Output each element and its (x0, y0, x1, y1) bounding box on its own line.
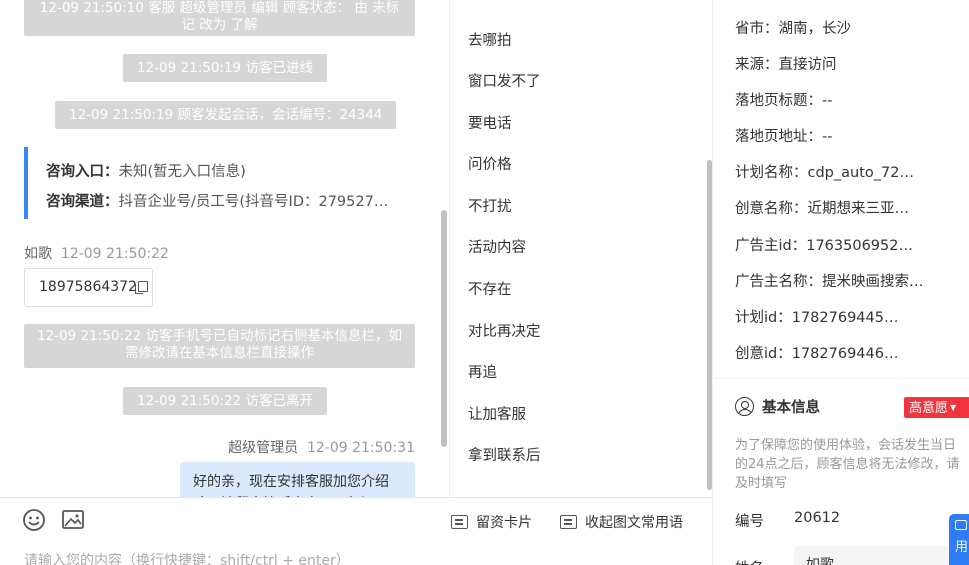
quick-reply-panel: · 去哪拍 窗口发不了 要电话 问价格 不打扰 活动内容 不存在 对比再决定 再… (449, 0, 712, 497)
quick-reply-item[interactable]: 对比再决定 (468, 320, 541, 341)
collapse-phrases-button[interactable]: 收起图文常用语 (560, 512, 683, 532)
visitor-name: 如歌 (24, 246, 52, 262)
quick-reply-item[interactable]: 让加客服 (468, 403, 526, 424)
quick-reply-item[interactable]: 问价格 (468, 153, 512, 174)
agent-message-meta: 超级管理员 12-09 21:50:31 (228, 437, 415, 457)
number-label: 编号 (735, 514, 764, 530)
floating-chat-button[interactable]: 用 (949, 514, 969, 565)
lead-card-button[interactable]: 留资卡片 (451, 512, 532, 532)
quick-reply-item[interactable]: 不存在 (468, 278, 512, 299)
visitor-phone-message: 18975864372 (24, 268, 153, 307)
system-message-session-start: 12-09 21:50:19 顾客发起会话，会话编号：24344 (55, 101, 397, 129)
consult-entry: 咨询入口：未知(暂无入口信息) (46, 164, 246, 180)
quick-reply-item[interactable]: 不打扰 (468, 195, 512, 216)
quick-reply-item[interactable]: 再追 (468, 361, 497, 382)
agent-name: 超级管理员 (228, 440, 299, 456)
intent-level-dropdown[interactable]: 高意愿 ▼ (904, 397, 969, 418)
info-creative-name: 创意名称：近期想来三亚拍照的姐妹们 (735, 201, 920, 217)
name-field[interactable]: 如歌 (794, 546, 969, 565)
basic-info-title: 基本信息 (735, 396, 820, 417)
caret-down-icon: ▼ (950, 403, 957, 412)
input-toolbar: 留资卡片 收起图文常用语 请输入您的内容（换行快捷键：shift/ctrl + … (0, 497, 712, 565)
message-input[interactable]: 请输入您的内容（换行快捷键：shift/ctrl + enter） (24, 550, 350, 565)
consult-entry-card: 咨询入口：未知(暂无入口信息) 咨询渠道：抖音企业号/员工号(抖音号ID：279… (24, 147, 415, 219)
chat-icon (955, 520, 967, 530)
info-region: 省市：湖南，长沙 (735, 21, 851, 37)
number-value: 20612 (794, 510, 841, 526)
chat-scrollbar[interactable] (441, 210, 447, 447)
visitor-info-panel: 省市：湖南，长沙 来源：直接访问 落地页标题：-- 落地页地址：-- 计划名称：… (712, 0, 969, 565)
quick-reply-item-partial[interactable]: · (468, 0, 473, 4)
info-plan-id: 计划id：1782769445790000 (735, 310, 907, 326)
lead-card-label: 留资卡片 (476, 515, 532, 531)
floating-button-label: 用 (955, 540, 969, 555)
image-icon[interactable] (61, 508, 85, 532)
quick-reply-item[interactable]: 窗口发不了 (468, 70, 541, 91)
agent-reply-message: 好的亲，现在安排客服加您介绍哈，请留意接听来电，下午还… (180, 462, 415, 497)
quick-reply-item[interactable]: 去哪拍 (468, 29, 512, 50)
basic-info-label: 基本信息 (762, 400, 820, 416)
user-icon (735, 397, 754, 416)
info-creative-id: 创意id：1782769446720000 (735, 346, 907, 362)
collapse-phrases-label: 收起图文常用语 (585, 515, 683, 531)
name-label: 姓名 (735, 557, 764, 565)
info-plan-name: 计划名称：cdp_auto_7290000000 (735, 165, 920, 181)
info-source: 来源：直接访问 (735, 57, 837, 73)
phone-text: 18975864372 (39, 279, 137, 295)
system-message-status-change: 12-09 21:50:10 客服 超级管理员 编辑 顾客状态： 由 未标记 改… (24, 0, 415, 36)
copy-icon[interactable] (134, 281, 148, 294)
info-advertiser-id: 广告主id：1763506952930000 (735, 238, 920, 254)
info-landing-title: 落地页标题：-- (735, 93, 833, 109)
system-message-visitor-left: 12-09 21:50:22 访客已离开 (123, 387, 327, 415)
message-icon (560, 515, 577, 529)
chat-panel: 12-09 21:50:10 客服 超级管理员 编辑 顾客状态： 由 未标记 改… (0, 0, 449, 497)
quick-reply-item[interactable]: 拿到联系后 (468, 444, 541, 465)
intent-level-label: 高意愿 (909, 401, 949, 416)
edit-notice: 为了保障您的使用体验，会话发生当日的24点之后，顾客信息将无法修改，请及时填写 (735, 438, 960, 491)
system-message-visitor-entered: 12-09 21:50:19 访客已进线 (123, 54, 327, 82)
system-message-phone-marked: 12-09 21:50:22 访客手机号已自动标记右侧基本信息栏，如需修改请在基… (24, 324, 415, 368)
visitor-time: 12-09 21:50:22 (60, 246, 169, 262)
quick-reply-item[interactable]: 活动内容 (468, 236, 526, 257)
info-advertiser-name: 广告主名称：提米映画搜索推广 (735, 274, 932, 290)
card-icon (451, 515, 468, 529)
agent-time: 12-09 21:50:31 (306, 440, 415, 456)
visitor-message-meta: 如歌 12-09 21:50:22 (24, 243, 169, 263)
consult-channel: 咨询渠道：抖音企业号/员工号(抖音号ID：2795270000) (46, 194, 396, 210)
section-divider (713, 378, 969, 379)
info-landing-url: 落地页地址：-- (735, 129, 833, 145)
quick-reply-item[interactable]: 要电话 (468, 112, 512, 133)
emoji-icon[interactable] (22, 508, 46, 532)
